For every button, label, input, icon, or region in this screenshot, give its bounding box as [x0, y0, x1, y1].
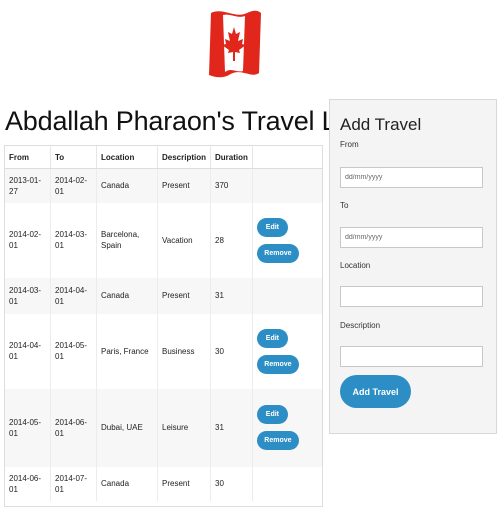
cell-description: Business: [157, 313, 212, 389]
location-label: Location: [340, 261, 371, 270]
canada-flag-icon: [209, 10, 261, 78]
column-header-from: From: [5, 146, 51, 169]
cell-from: 2014-03-01: [5, 277, 51, 314]
cell-from: 2014-02-01: [5, 202, 51, 278]
cell-duration: 30: [210, 466, 253, 501]
cell-description: Leisure: [157, 388, 212, 467]
cell-duration: 31: [210, 388, 253, 467]
remove-button[interactable]: Remove: [256, 354, 299, 374]
column-header-description: Description: [157, 146, 212, 169]
column-header-to: To: [50, 146, 97, 169]
cell-to: 2014-06-01: [50, 388, 97, 467]
cell-location: Canada: [96, 466, 158, 501]
cell-from: 2014-05-01: [5, 388, 51, 467]
cell-to: 2014-02-01: [50, 168, 97, 203]
add-travel-panel: Add Travel From To Location Description …: [329, 99, 497, 434]
cell-location: Dubai, UAE: [96, 388, 158, 467]
table-row: 2014-04-01 2014-05-01 Paris, France Busi…: [5, 313, 322, 389]
cell-description: Present: [157, 277, 212, 314]
column-header-actions: [252, 146, 322, 169]
add-travel-heading: Add Travel: [340, 115, 422, 134]
cell-description: Present: [157, 168, 212, 203]
remove-button[interactable]: Remove: [256, 243, 299, 263]
location-input[interactable]: [340, 286, 483, 307]
cell-to: 2014-05-01: [50, 313, 97, 389]
table-row: 2014-06-01 2014-07-01 Canada Present 30: [5, 466, 322, 501]
cell-duration: 370: [210, 168, 253, 203]
cell-from: 2013-01-27: [5, 168, 51, 203]
cell-actions: Edit Remove: [252, 388, 322, 467]
remove-button[interactable]: Remove: [256, 431, 299, 450]
table-row: 2014-03-01 2014-04-01 Canada Present 31: [5, 277, 322, 314]
to-date-input[interactable]: [340, 227, 483, 248]
edit-button[interactable]: Edit: [256, 217, 288, 237]
page-title: Abdallah Pharaon's Travel Log: [5, 106, 367, 136]
cell-duration: 31: [210, 277, 253, 314]
cell-from: 2014-06-01: [5, 466, 51, 501]
table-row: 2013-01-27 2014-02-01 Canada Present 370: [5, 168, 322, 203]
cell-description: Vacation: [157, 202, 212, 278]
cell-location: Canada: [96, 277, 158, 314]
description-input[interactable]: [340, 346, 483, 367]
edit-button[interactable]: Edit: [256, 328, 288, 348]
travel-table: From To Location Description Duration 20…: [4, 145, 323, 507]
cell-description: Present: [157, 466, 212, 501]
cell-location: Canada: [96, 168, 158, 203]
cell-from: 2014-04-01: [5, 313, 51, 389]
cell-to: 2014-04-01: [50, 277, 97, 314]
from-date-input[interactable]: [340, 167, 483, 188]
cell-actions: [252, 466, 322, 501]
table-header-row: From To Location Description Duration: [5, 146, 322, 169]
cell-duration: 30: [210, 313, 253, 389]
cell-to: 2014-07-01: [50, 466, 97, 501]
cell-actions: Edit Remove: [252, 313, 322, 389]
cell-actions: [252, 168, 322, 203]
cell-location: Barcelona, Spain: [96, 202, 158, 278]
cell-actions: [252, 277, 322, 314]
cell-to: 2014-03-01: [50, 202, 97, 278]
add-travel-button[interactable]: Add Travel: [340, 375, 411, 408]
cell-duration: 28: [210, 202, 253, 278]
description-label: Description: [340, 321, 381, 330]
cell-location: Paris, France: [96, 313, 158, 389]
cell-actions: Edit Remove: [252, 202, 322, 278]
edit-button[interactable]: Edit: [256, 405, 288, 424]
table-row: 2014-02-01 2014-03-01 Barcelona, Spain V…: [5, 202, 322, 278]
from-label: From: [340, 140, 359, 149]
column-header-location: Location: [96, 146, 158, 169]
to-label: To: [340, 201, 349, 210]
table-row: 2014-05-01 2014-06-01 Dubai, UAE Leisure…: [5, 388, 322, 467]
column-header-duration: Duration: [210, 146, 253, 169]
